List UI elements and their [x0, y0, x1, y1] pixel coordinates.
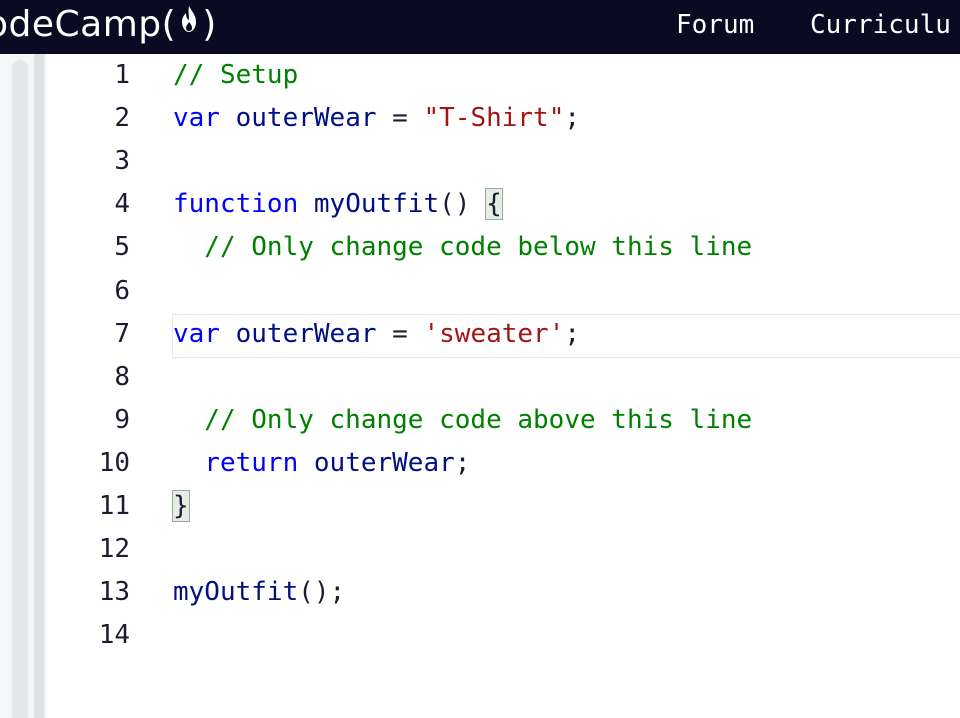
code-token: outerWear	[313, 447, 455, 478]
code-token: ;	[564, 103, 581, 134]
line-number: 5	[114, 232, 130, 263]
brand-logo[interactable]: odeCamp( )	[0, 0, 217, 50]
code-token: function	[173, 189, 299, 220]
code-token: ();	[298, 577, 346, 608]
line-number: 1	[114, 60, 130, 90]
code-line[interactable]: 3	[46, 140, 960, 183]
line-number: 3	[114, 146, 130, 177]
flame-icon	[178, 0, 200, 48]
code-token: ;	[454, 447, 471, 478]
code-token: var	[173, 103, 220, 134]
brand-close: )	[202, 4, 217, 45]
code-token: var	[173, 318, 220, 349]
code-line[interactable]: 11}	[46, 485, 960, 528]
line-code: // Only change code below this line	[173, 226, 752, 269]
code-line[interactable]: 9 // Only change code above this line	[46, 399, 960, 442]
line-number: 9	[114, 404, 130, 435]
line-number: 13	[98, 577, 130, 608]
code-token: // Setup	[173, 60, 299, 90]
code-token: =	[376, 318, 424, 349]
top-navbar: odeCamp( ) Forum Curriculu	[0, 0, 960, 54]
code-token: outerWear	[235, 318, 377, 349]
code-token: }	[172, 490, 190, 522]
nav-link-curriculum[interactable]: Curriculu	[810, 0, 951, 50]
line-code: myOutfit();	[173, 571, 345, 614]
line-number: 12	[98, 534, 130, 565]
line-number: 4	[114, 189, 130, 220]
vertical-scrollbar[interactable]	[12, 60, 28, 718]
pane-divider[interactable]	[34, 54, 44, 718]
code-line[interactable]: 5 // Only change code below this line	[46, 226, 960, 269]
line-code: // Only change code above this line	[173, 399, 752, 442]
code-line[interactable]: 7 var outerWear = 'sweater';	[46, 313, 960, 356]
code-line[interactable]: 14	[46, 614, 960, 657]
code-token: // Only change code above this line	[173, 404, 753, 435]
line-number: 6	[114, 275, 130, 306]
code-token: "T-Shirt"	[423, 103, 565, 134]
code-token: myOutfit	[313, 189, 440, 220]
line-number: 7	[114, 318, 130, 349]
line-code: var outerWear = 'sweater';	[173, 313, 580, 356]
brand-text: odeCamp(	[0, 4, 177, 45]
line-number: 2	[114, 103, 130, 134]
code-line[interactable]: 6	[46, 270, 960, 313]
code-line[interactable]: 4 function myOutfit() {	[46, 183, 960, 226]
code-line[interactable]: 12	[46, 528, 960, 571]
line-code: return outerWear;	[173, 442, 470, 485]
code-token: myOutfit	[173, 577, 299, 608]
code-line[interactable]: 10 return outerWear;	[46, 442, 960, 485]
nav-link-forum[interactable]: Forum	[676, 0, 754, 50]
line-code: // Setup	[173, 54, 298, 97]
code-editor[interactable]: 1 // Setup 2 var outerWear = "T-Shirt"; 3 4 fu…	[46, 54, 960, 718]
line-code: function myOutfit() {	[173, 183, 503, 226]
code-token: return	[204, 447, 299, 478]
line-code: var outerWear = "T-Shirt";	[173, 97, 580, 140]
code-token: =	[376, 103, 424, 134]
code-token: 'sweater'	[423, 318, 565, 349]
line-number: 11	[98, 491, 130, 521]
code-line[interactable]: 2 var outerWear = "T-Shirt";	[46, 97, 960, 140]
line-number: 8	[114, 361, 130, 392]
line-number: 14	[98, 620, 130, 651]
code-token: ()	[439, 189, 487, 220]
line-number: 10	[98, 447, 130, 478]
code-line[interactable]: 1 // Setup	[46, 54, 960, 97]
code-token: ;	[564, 318, 581, 349]
line-code: }	[172, 485, 190, 528]
code-token: // Only change code below this line	[173, 232, 753, 263]
code-line[interactable]: 13 myOutfit();	[46, 571, 960, 614]
code-token: {	[485, 188, 503, 221]
code-line[interactable]: 8	[46, 356, 960, 399]
code-token: outerWear	[235, 103, 377, 134]
